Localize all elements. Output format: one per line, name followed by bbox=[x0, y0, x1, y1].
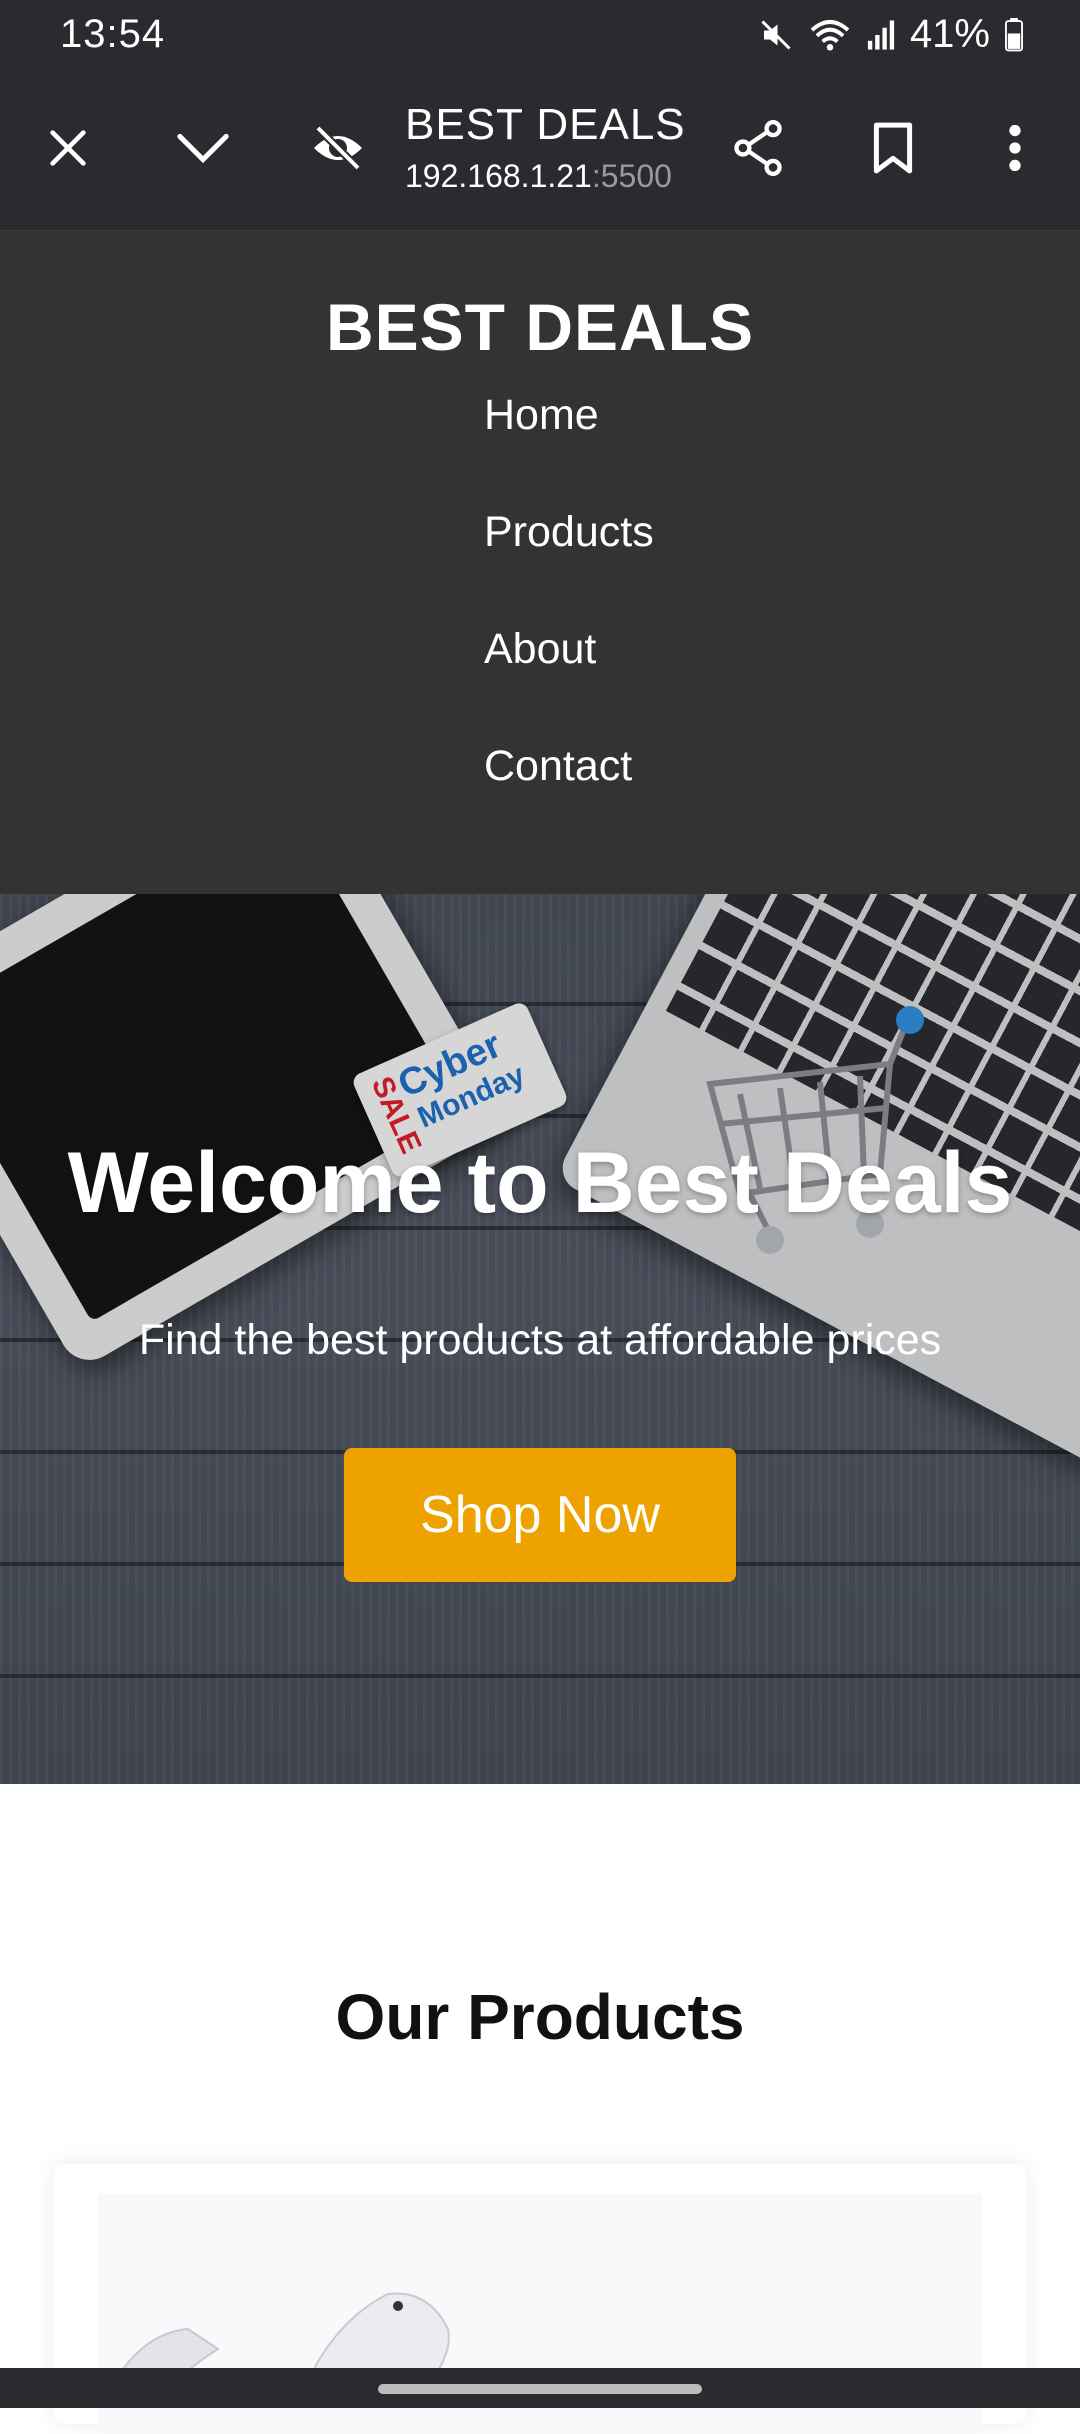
share-button[interactable] bbox=[723, 115, 793, 185]
chevron-down-icon bbox=[176, 128, 230, 173]
nav-item-products[interactable]: Products bbox=[484, 508, 654, 557]
url-port: :5500 bbox=[591, 158, 672, 194]
battery-percent: 41% bbox=[909, 12, 990, 56]
url-text: 192.168.1.21:5500 bbox=[405, 158, 686, 195]
site-logo[interactable]: BEST DEALS bbox=[0, 289, 1080, 365]
address-area[interactable]: BEST DEALS 192.168.1.21:5500 bbox=[405, 100, 686, 195]
hero-title: Welcome to Best Deals bbox=[67, 1135, 1013, 1231]
nav-item-about[interactable]: About bbox=[484, 625, 596, 674]
nav-item-contact[interactable]: Contact bbox=[484, 742, 632, 791]
status-time: 13:54 bbox=[60, 12, 166, 56]
products-section: Our Products bbox=[0, 1784, 1080, 2434]
browser-toolbar: BEST DEALS 192.168.1.21:5500 bbox=[0, 70, 1080, 230]
signal-icon bbox=[866, 19, 896, 51]
battery-icon bbox=[1004, 17, 1024, 52]
status-icons: 41% bbox=[758, 12, 1024, 57]
products-heading: Our Products bbox=[335, 1981, 745, 2053]
status-bar: 13:54 41% bbox=[0, 0, 1080, 70]
minimize-button[interactable] bbox=[168, 115, 238, 185]
shop-now-button[interactable]: Shop Now bbox=[344, 1448, 736, 1582]
incognito-eye-icon bbox=[310, 124, 366, 177]
more-options-button[interactable] bbox=[980, 115, 1050, 185]
system-nav-bar bbox=[0, 2368, 1080, 2408]
mute-icon bbox=[758, 17, 794, 53]
site-header: BEST DEALS Home Products About Contact bbox=[0, 230, 1080, 894]
wifi-icon bbox=[808, 17, 852, 53]
bookmark-icon bbox=[871, 121, 915, 180]
privacy-button[interactable] bbox=[303, 115, 373, 185]
share-icon bbox=[732, 119, 784, 181]
bookmark-button[interactable] bbox=[858, 115, 928, 185]
hero-section: Cyber Monday SALE Welcome to Best Deals … bbox=[0, 894, 1080, 1784]
hero-subtitle: Find the best products at affordable pri… bbox=[138, 1316, 942, 1364]
more-icon bbox=[1008, 124, 1022, 177]
url-host: 192.168.1.21 bbox=[405, 158, 592, 194]
home-gesture-handle[interactable] bbox=[378, 2384, 702, 2394]
page-title: BEST DEALS bbox=[405, 100, 686, 149]
close-icon bbox=[45, 125, 91, 176]
nav-item-home[interactable]: Home bbox=[484, 391, 599, 440]
close-tab-button[interactable] bbox=[33, 115, 103, 185]
